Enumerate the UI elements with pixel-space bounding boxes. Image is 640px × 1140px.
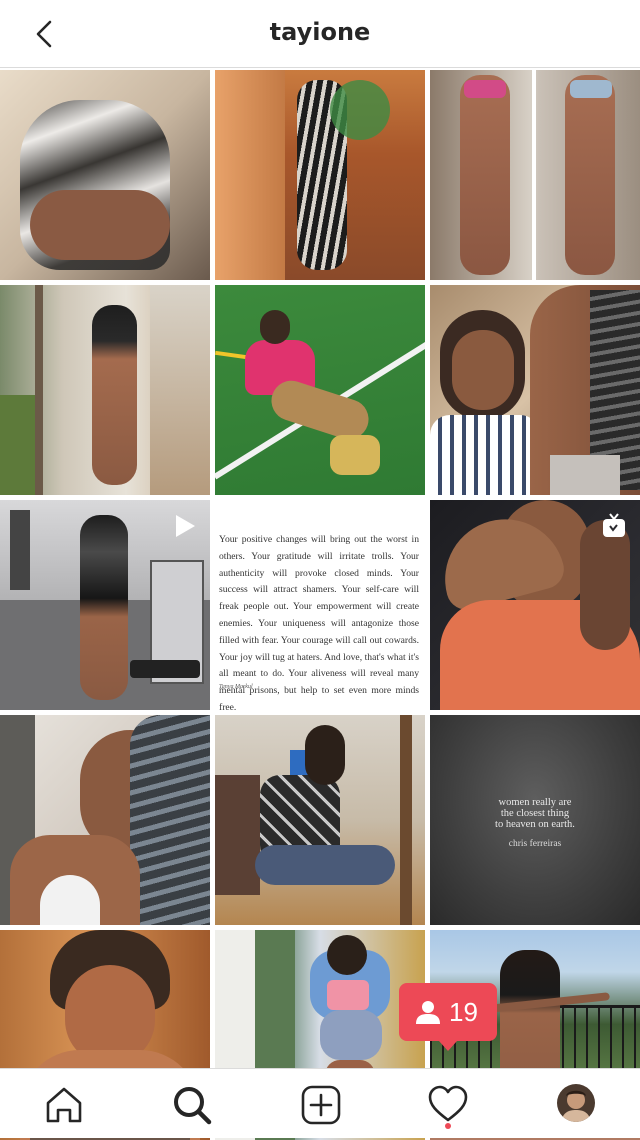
heart-icon — [428, 1085, 468, 1122]
quote-signature: Tanya Markul — [219, 684, 253, 690]
post-photo — [92, 305, 137, 485]
post-tile[interactable] — [0, 70, 210, 280]
post-tile[interactable] — [430, 285, 640, 495]
post-tile[interactable] — [430, 500, 640, 710]
post-photo — [460, 75, 510, 275]
igtv-icon — [603, 513, 625, 537]
nav-activity-button[interactable] — [426, 1083, 470, 1127]
nav-new-post-button[interactable] — [299, 1083, 343, 1127]
nav-home-button[interactable] — [42, 1083, 86, 1127]
post-tile[interactable] — [215, 285, 425, 495]
notification-count: 19 — [449, 997, 478, 1027]
post-photo — [80, 515, 128, 700]
search-icon — [174, 1087, 212, 1125]
post-tile[interactable] — [0, 715, 210, 925]
home-icon — [46, 1087, 82, 1123]
add-post-icon — [301, 1085, 341, 1125]
play-icon — [176, 515, 195, 537]
post-tile[interactable] — [0, 500, 210, 710]
post-tile[interactable] — [215, 715, 425, 925]
activity-indicator-dot — [445, 1123, 451, 1129]
profile-header: tayione — [0, 0, 640, 68]
profile-avatar[interactable] — [557, 1084, 595, 1122]
page-title: tayione — [269, 18, 371, 46]
post-tile[interactable]: Your positive changes will bring out the… — [215, 500, 425, 710]
bottom-navigation — [0, 1068, 640, 1138]
post-tile[interactable] — [0, 285, 210, 495]
quote-text: women really are the closest thing to he… — [495, 797, 575, 830]
post-tile[interactable] — [215, 70, 425, 280]
quote-author: chris ferreiras — [508, 839, 562, 849]
person-icon — [416, 1001, 440, 1024]
posts-grid: Your positive changes will bring out the… — [0, 70, 640, 1140]
avatar-image — [557, 1084, 595, 1122]
post-tile[interactable] — [430, 70, 640, 280]
activity-notification-bubble[interactable]: 19 — [399, 983, 497, 1051]
nav-search-button[interactable] — [170, 1083, 214, 1127]
post-tile[interactable]: women really are the closest thing to he… — [430, 715, 640, 925]
